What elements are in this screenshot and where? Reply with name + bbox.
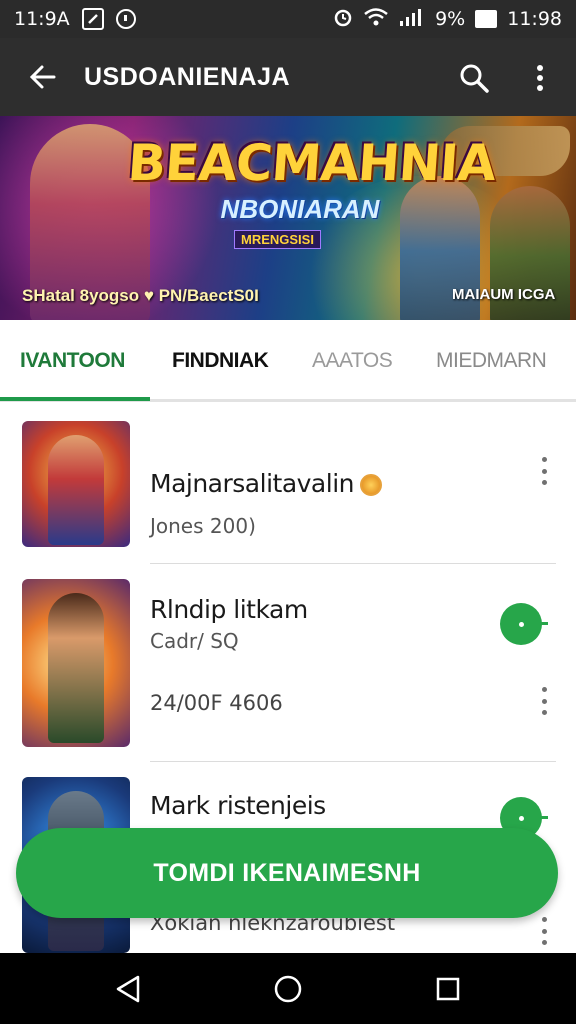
more-options-button[interactable] <box>522 58 558 98</box>
active-tab-indicator <box>0 397 150 401</box>
tab-bar: IVANTOON FINDNIAK AAATOS MIEDMARN <box>0 320 576 402</box>
nav-recents-button[interactable] <box>426 967 470 1011</box>
home-circle-icon <box>274 975 302 1003</box>
banner-title: BEACMAHNIA <box>125 134 498 192</box>
tab-aaatos[interactable]: AAATOS <box>312 320 393 402</box>
coin-icon <box>360 474 382 496</box>
list-item-subtitle: Cadr/ SQ <box>150 629 239 653</box>
banner-left-caption: SHatal 8yogso ♥ PN/BaectS0I <box>22 286 259 305</box>
back-arrow-icon <box>29 65 56 89</box>
wifi-icon <box>363 7 389 32</box>
list-item-title-text: Majnarsalitavalin <box>150 469 355 498</box>
tab-miedmarn[interactable]: MIEDMARN <box>436 320 547 402</box>
divider <box>150 761 556 762</box>
primary-cta-button[interactable]: TOMDI IKENAIMESNH <box>16 828 558 918</box>
list-item-subtitle: Jones 200) <box>150 514 256 538</box>
alarm-icon <box>333 7 353 32</box>
game-thumbnail <box>22 579 130 747</box>
more-vert-icon[interactable] <box>534 683 554 719</box>
battery-icon <box>475 10 498 28</box>
tab-findniak[interactable]: FINDNIAK <box>172 320 269 402</box>
status-time-right: 11:98 <box>507 8 562 30</box>
recents-square-icon <box>436 977 460 1001</box>
banner-right-caption: MAIAUM ICGA <box>452 286 556 303</box>
more-vert-icon <box>537 65 543 91</box>
system-nav-bar <box>0 953 576 1024</box>
banner-subtitle: NBONIARAN <box>220 194 380 224</box>
app-bar: USDOANIENAJA <box>0 38 576 116</box>
nav-home-button[interactable] <box>266 967 310 1011</box>
list-item-meta: 24/00F 4606 <box>150 691 283 715</box>
sync-icon <box>115 9 136 29</box>
promo-banner[interactable]: BEACMAHNIA NBONIARAN MRENGSISI SHatal 8y… <box>0 116 576 320</box>
search-button[interactable] <box>452 58 496 98</box>
back-triangle-icon <box>116 975 140 1003</box>
signal-icon <box>399 7 425 32</box>
battery-percent: 9% <box>435 8 466 30</box>
download-button[interactable] <box>500 603 548 645</box>
status-bar: 11:9A 9% 11:98 <box>0 0 576 38</box>
app-title: USDOANIENAJA <box>84 62 291 91</box>
list-item-title: Rlndip litkam <box>150 595 308 624</box>
banner-tag: MRENGSISI <box>234 230 321 249</box>
more-vert-icon[interactable] <box>534 453 554 489</box>
list-item[interactable]: Rlndip litkam Cadr/ SQ 24/00F 4606 <box>0 579 576 747</box>
list-item[interactable]: Majnarsalitavalin Jones 200) <box>0 421 576 581</box>
list-item-title: Mark ristenjeis <box>150 791 326 820</box>
divider <box>150 563 556 564</box>
game-thumbnail <box>22 421 130 547</box>
list-item-title: Majnarsalitavalin <box>150 469 382 498</box>
nav-back-button[interactable] <box>106 967 150 1011</box>
back-button[interactable] <box>0 38 84 116</box>
status-time-left: 11:9A <box>14 8 70 30</box>
tab-ivantoon[interactable]: IVANTOON <box>20 320 125 402</box>
more-vert-icon[interactable] <box>534 913 554 949</box>
gallery-icon <box>81 8 104 30</box>
search-icon <box>460 64 489 93</box>
